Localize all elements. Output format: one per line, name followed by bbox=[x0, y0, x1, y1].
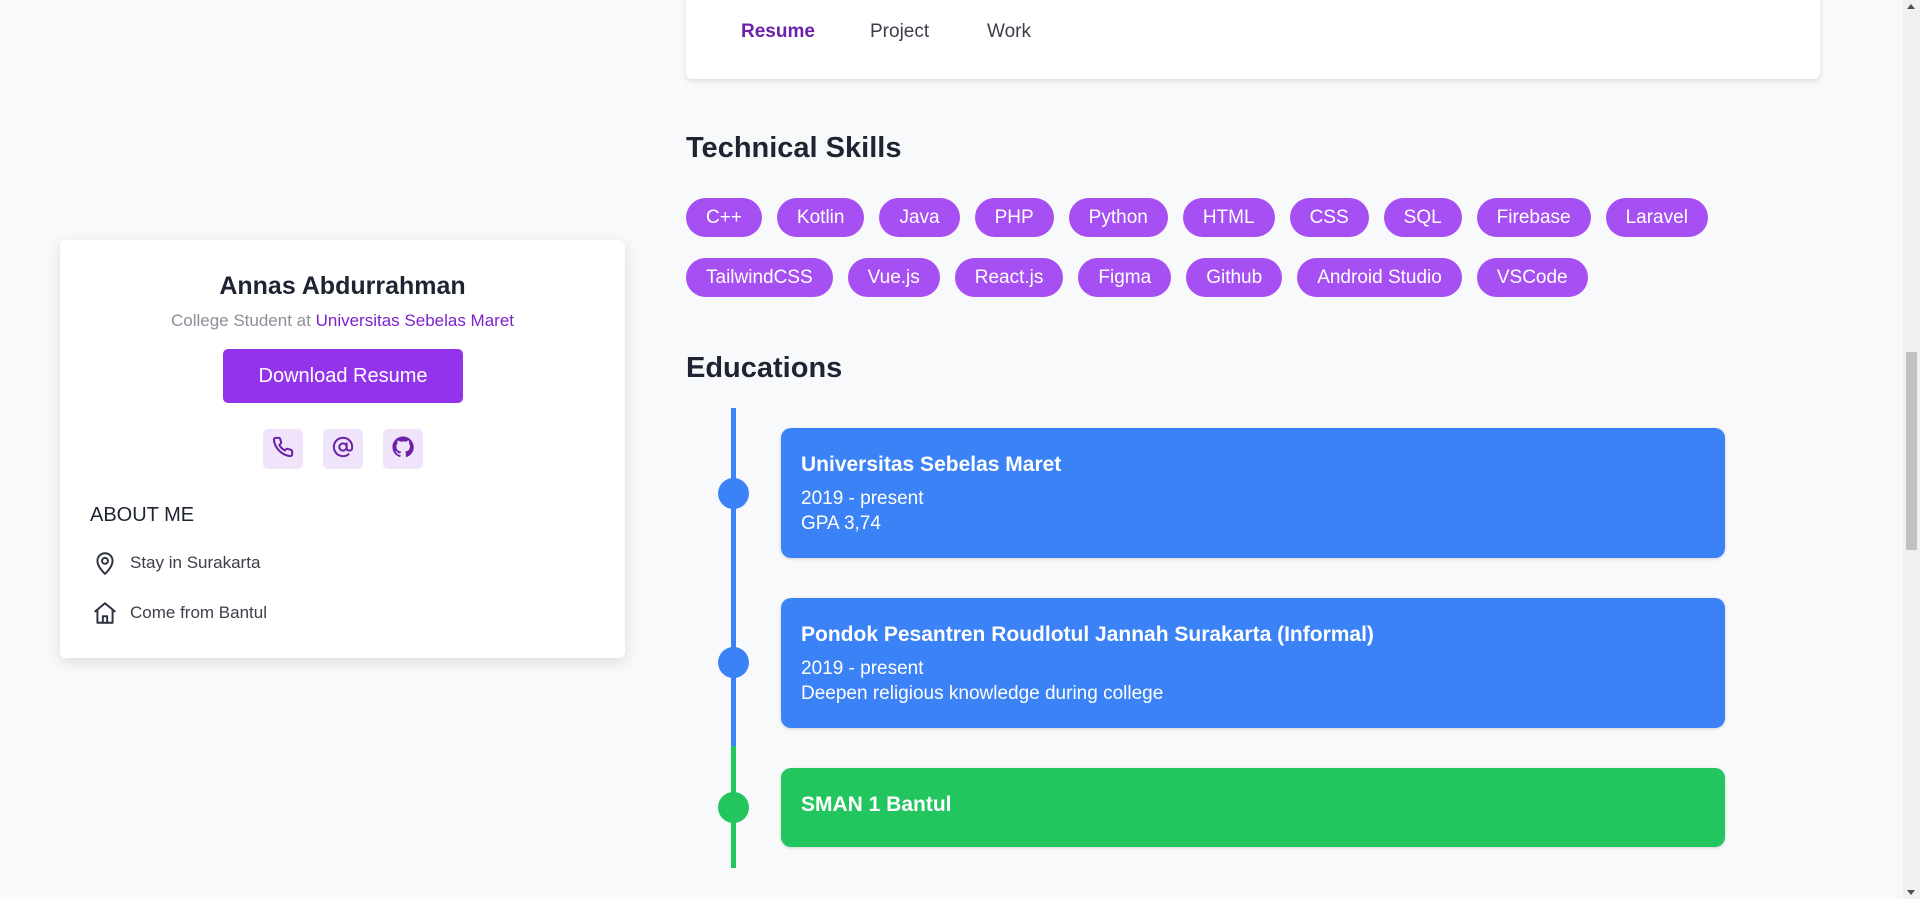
scroll-up-icon[interactable] bbox=[1907, 4, 1915, 9]
timeline-line bbox=[731, 408, 736, 746]
home-icon bbox=[90, 598, 120, 628]
profile-name: Annas Abdurrahman bbox=[219, 272, 466, 300]
profile-role: College Student at bbox=[170, 311, 311, 330]
phone-button[interactable] bbox=[263, 429, 303, 469]
education-period: 2019 - present bbox=[801, 488, 924, 509]
skill-chip: HTML bbox=[1182, 198, 1275, 237]
skill-chip: VSCode bbox=[1476, 258, 1588, 297]
location-row: Stay in Surakarta bbox=[90, 548, 260, 578]
skill-chip: PHP bbox=[974, 198, 1054, 237]
skill-chip: Java bbox=[879, 198, 960, 237]
at-sign-icon bbox=[332, 436, 354, 463]
phone-icon bbox=[272, 436, 294, 463]
education-card: Pondok Pesantren Roudlotul Jannah Suraka… bbox=[781, 598, 1725, 728]
education-card: Universitas Sebelas Maret 2019 - present… bbox=[781, 428, 1725, 558]
map-pin-icon bbox=[90, 548, 120, 578]
skill-chip: Kotlin bbox=[776, 198, 865, 237]
github-button[interactable] bbox=[383, 429, 423, 469]
tab-work[interactable]: Work bbox=[987, 18, 1031, 46]
skill-chip: TailwindCSS bbox=[686, 258, 833, 297]
skill-chip: Python bbox=[1068, 198, 1168, 237]
education-title: Pondok Pesantren Roudlotul Jannah Suraka… bbox=[801, 623, 1374, 646]
scroll-thumb[interactable] bbox=[1906, 352, 1917, 550]
skill-chip: SQL bbox=[1383, 198, 1462, 237]
skill-chip: Github bbox=[1186, 258, 1283, 297]
page-scrollbar[interactable] bbox=[1903, 0, 1920, 899]
hometown-row: Come from Bantul bbox=[90, 598, 267, 628]
skills-row: C++ Kotlin Java PHP Python HTML CSS SQL Firebase… bbox=[686, 198, 1806, 237]
skills-list: C++ Kotlin Java PHP Python HTML CSS SQL Firebase… bbox=[686, 198, 1806, 318]
skill-chip: Figma bbox=[1078, 258, 1172, 297]
hometown-text: Come from Bantul bbox=[130, 603, 267, 622]
github-icon bbox=[392, 435, 414, 463]
skills-row: TailwindCSS Vue.js React.js Figma Github Andr… bbox=[686, 258, 1806, 297]
tabs-bar: Resume Project Work bbox=[686, 0, 1820, 79]
skill-chip: C++ bbox=[686, 198, 762, 237]
education-period: 2019 - present bbox=[801, 658, 924, 679]
education-title: SMAN 1 Bantul bbox=[801, 793, 952, 816]
skills-heading: Technical Skills bbox=[686, 132, 902, 164]
skill-chip: Firebase bbox=[1476, 198, 1591, 237]
skill-chip: Vue.js bbox=[847, 258, 940, 297]
university-link[interactable]: Universitas Sebelas Maret bbox=[316, 311, 514, 330]
timeline-dot bbox=[718, 792, 749, 823]
education-detail: GPA 3,74 bbox=[801, 513, 881, 534]
timeline-dot bbox=[718, 647, 749, 678]
tab-resume[interactable]: Resume bbox=[741, 18, 815, 46]
education-detail: Deepen religious knowledge during colleg… bbox=[801, 683, 1164, 704]
educations-heading: Educations bbox=[686, 352, 843, 384]
profile-subtitle: College Student at Universitas Sebelas M… bbox=[60, 310, 625, 332]
skill-chip: Laravel bbox=[1605, 198, 1708, 237]
download-resume-button[interactable]: Download Resume bbox=[223, 349, 463, 403]
about-me-heading: ABOUT ME bbox=[90, 504, 195, 526]
education-card: SMAN 1 Bantul bbox=[781, 768, 1725, 847]
skill-chip: React.js bbox=[954, 258, 1064, 297]
skill-chip: CSS bbox=[1289, 198, 1369, 237]
location-text: Stay in Surakarta bbox=[130, 553, 261, 572]
profile-card: Annas Abdurrahman College Student at Uni… bbox=[60, 240, 625, 658]
skill-chip: Android Studio bbox=[1297, 258, 1462, 297]
email-button[interactable] bbox=[323, 429, 363, 469]
timeline-dot bbox=[718, 478, 749, 509]
scroll-down-icon[interactable] bbox=[1907, 890, 1915, 895]
education-title: Universitas Sebelas Maret bbox=[801, 453, 1062, 476]
tab-project[interactable]: Project bbox=[870, 18, 929, 46]
